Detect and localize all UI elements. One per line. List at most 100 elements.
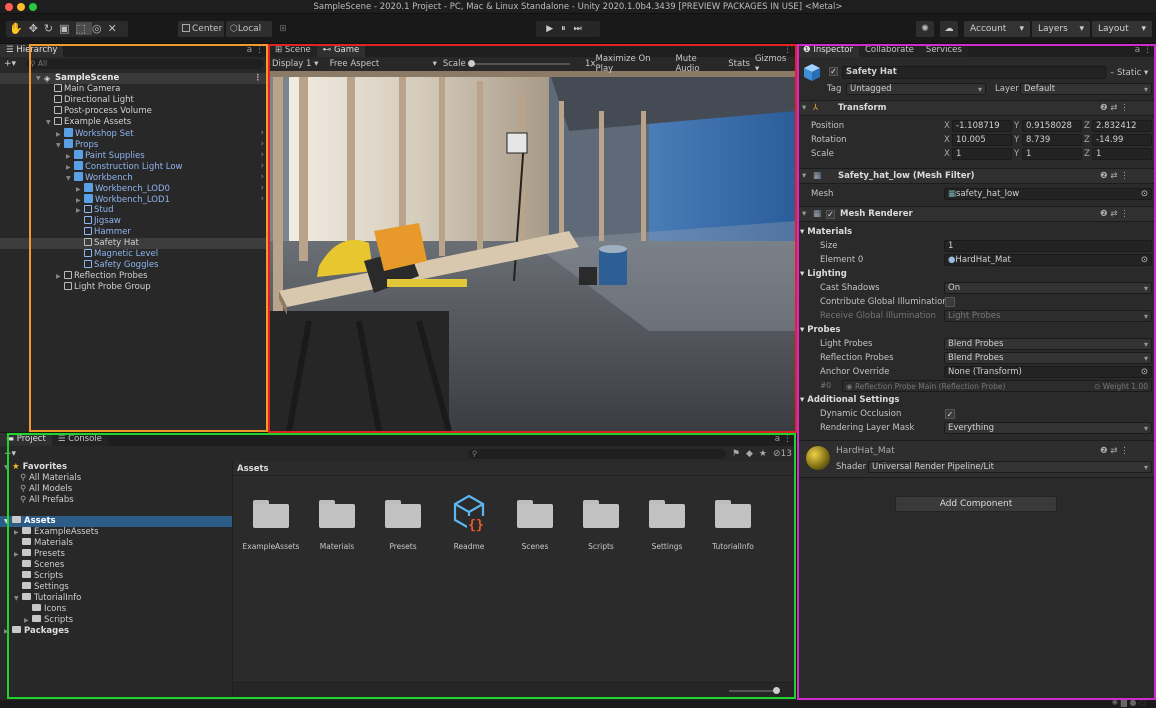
step-icon[interactable]: ⏭ [574,24,590,34]
asset-grid-item[interactable]: TutorialInfo [703,494,763,564]
transform-z-input[interactable]: 1 [1092,148,1152,160]
rendering-layer-dropdown[interactable]: Everything [944,422,1152,434]
filter-by-label-icon[interactable]: ◆ [746,449,753,459]
foldout-expanded-icon[interactable]: ▼ [46,117,54,128]
static-toggle[interactable]: – Static ▾ [1110,67,1148,79]
move-tool-icon[interactable]: ✥ [29,22,44,35]
layer-dropdown[interactable]: Default [1020,83,1152,95]
asset-folder-item[interactable]: ▶ Scripts [4,615,230,626]
hierarchy-item[interactable]: ▶ Workbench_LOD0 › [0,183,268,194]
lighting-foldout[interactable]: ▾ Lighting [800,268,847,280]
transform-tool-icon[interactable]: ◎ [92,22,108,35]
gizmos-dropdown[interactable]: Gizmos ▾ [755,54,793,74]
rect-tool-icon[interactable]: ⬚ [75,22,92,35]
anchor-override-field[interactable]: None (Transform) ⊙ [944,366,1152,378]
scale-slider-handle[interactable] [467,60,475,67]
asset-folder-item[interactable]: Materials [4,538,230,549]
hand-tool-icon[interactable]: ✋ [9,22,29,35]
layout-dropdown[interactable]: Layout ▾ [1092,21,1152,37]
contribute-gi-checkbox[interactable] [945,297,955,307]
axis-y-label[interactable]: Y [1014,120,1019,132]
prefab-open-chevron-icon[interactable]: › [261,128,264,139]
add-component-button[interactable]: Add Component [895,496,1057,512]
asset-grid-item[interactable]: Scenes [505,494,565,564]
lock-icon[interactable]: a ⋮ [1135,44,1152,57]
foldout-collapsed-icon[interactable]: ▶ [56,271,64,282]
component-menu-icons[interactable]: ❷ ⇄ ⋮ [1100,445,1129,457]
tab-hierarchy[interactable]: ☰ Hierarchy [0,44,64,57]
foldout-collapsed-icon[interactable]: ▶ [76,205,84,216]
hierarchy-item[interactable]: ▶ Workshop Set › [0,128,268,139]
shader-dropdown[interactable]: Universal Render Pipeline/Lit [868,461,1152,473]
icon-size-slider[interactable] [729,690,779,692]
lock-icon[interactable]: a ⋮ [247,44,264,57]
stats-toggle[interactable]: Stats [728,59,750,69]
axis-z-label[interactable]: Z [1084,134,1090,146]
scale-tool-icon[interactable]: ▣ [59,22,75,35]
asset-folder-item[interactable]: ▶ Presets [4,549,230,560]
asset-folder-item[interactable]: Settings [4,582,230,593]
mesh-renderer-enabled-checkbox[interactable]: ✓ [826,210,835,219]
hidden-packages-toggle[interactable]: ⊘13 [773,449,792,459]
hierarchy-item[interactable]: ▶ Stud [0,205,268,216]
favorite-item[interactable]: ⚲ All Prefabs [4,495,230,506]
project-add-button[interactable]: +▾ [4,449,26,459]
hierarchy-item[interactable]: Jigsaw [0,216,268,227]
hierarchy-item[interactable]: ▼ ◈ SampleScene ⋮ [0,73,268,84]
hierarchy-search-input[interactable]: ⚲ All [26,59,264,69]
prefab-open-chevron-icon[interactable]: › [261,194,264,205]
cloud-icon[interactable]: ☁ [940,21,958,37]
tag-dropdown[interactable]: Untagged [846,83,986,95]
asset-folder-item[interactable]: Scenes [4,560,230,571]
pivot-local-button[interactable]: ⬡Local [226,21,272,37]
hierarchy-item[interactable]: Main Camera [0,84,268,95]
pivot-center-button[interactable]: Center [178,21,224,37]
active-checkbox[interactable]: ✓ [829,67,838,76]
assets-root-folder[interactable]: ▼ Assets [0,516,234,527]
transform-y-input[interactable]: 0.9158028 [1022,120,1082,132]
dynamic-occlusion-checkbox[interactable]: ✓ [945,409,955,419]
rotate-tool-icon[interactable]: ↻ [44,22,59,35]
axis-x-label[interactable]: X [944,120,950,132]
asset-grid-item[interactable]: {} Readme [439,494,499,564]
hierarchy-item[interactable]: Safety Hat [0,238,268,249]
axis-y-label[interactable]: Y [1014,148,1019,160]
pause-icon[interactable]: ⏸ [561,24,574,34]
hierarchy-item[interactable]: ▶ Paint Supplies › [0,150,268,161]
prefab-open-chevron-icon[interactable]: › [261,139,264,150]
maximize-window-button[interactable] [29,3,37,11]
play-icon[interactable]: ▶ [546,24,561,34]
asset-folder-item[interactable]: Icons [4,604,230,615]
hierarchy-item[interactable]: Magnetic Level [0,249,268,260]
collab-icon[interactable]: ✺ [916,21,934,37]
object-name-input[interactable]: Safety Hat [842,66,1106,79]
axis-x-label[interactable]: X [944,134,950,146]
lock-icon[interactable]: a ⋮ [775,433,792,446]
layers-dropdown[interactable]: Layers ▾ [1032,21,1090,37]
foldout-collapsed-icon[interactable]: ▶ [14,549,22,560]
tab-game[interactable]: ⊷ Game [316,44,366,57]
asset-folder-item[interactable]: Scripts [4,571,230,582]
asset-grid-item[interactable]: ExampleAssets [241,494,301,564]
account-dropdown[interactable]: Account ▾ [964,21,1030,37]
transform-x-input[interactable]: -1.108719 [952,120,1012,132]
game-render[interactable] [269,71,796,431]
tab-collaborate[interactable]: Collaborate [858,44,920,57]
transform-y-input[interactable]: 8.739 [1022,134,1082,146]
custom-tool-icon[interactable]: ✕ [108,22,123,35]
mesh-field[interactable]: ▦safety_hat_low ⊙ [944,188,1152,200]
tab-inspector[interactable]: ❶ Inspector [797,44,859,57]
asset-folder-item[interactable]: ▼ TutorialInfo [4,593,230,604]
element0-field[interactable]: ●HardHat_Mat ⊙ [944,254,1152,266]
foldout-expanded-icon[interactable]: ▼ [14,593,22,604]
prefab-open-chevron-icon[interactable]: › [261,172,264,183]
icon-size-slider-handle[interactable] [773,687,780,694]
favorites-foldout[interactable]: ▼ ★ Favorites [4,462,230,473]
maximize-on-play-toggle[interactable]: Maximize On Play [595,54,670,74]
component-menu-icons[interactable]: ❷ ⇄ ⋮ [1100,170,1129,182]
object-picker-icon[interactable]: ⊙ [1141,255,1148,265]
axis-y-label[interactable]: Y [1014,134,1019,146]
axis-z-label[interactable]: Z [1084,120,1090,132]
foldout-collapsed-icon[interactable]: ▶ [24,615,32,626]
hierarchy-item[interactable]: ▼ Example Assets [0,117,268,128]
